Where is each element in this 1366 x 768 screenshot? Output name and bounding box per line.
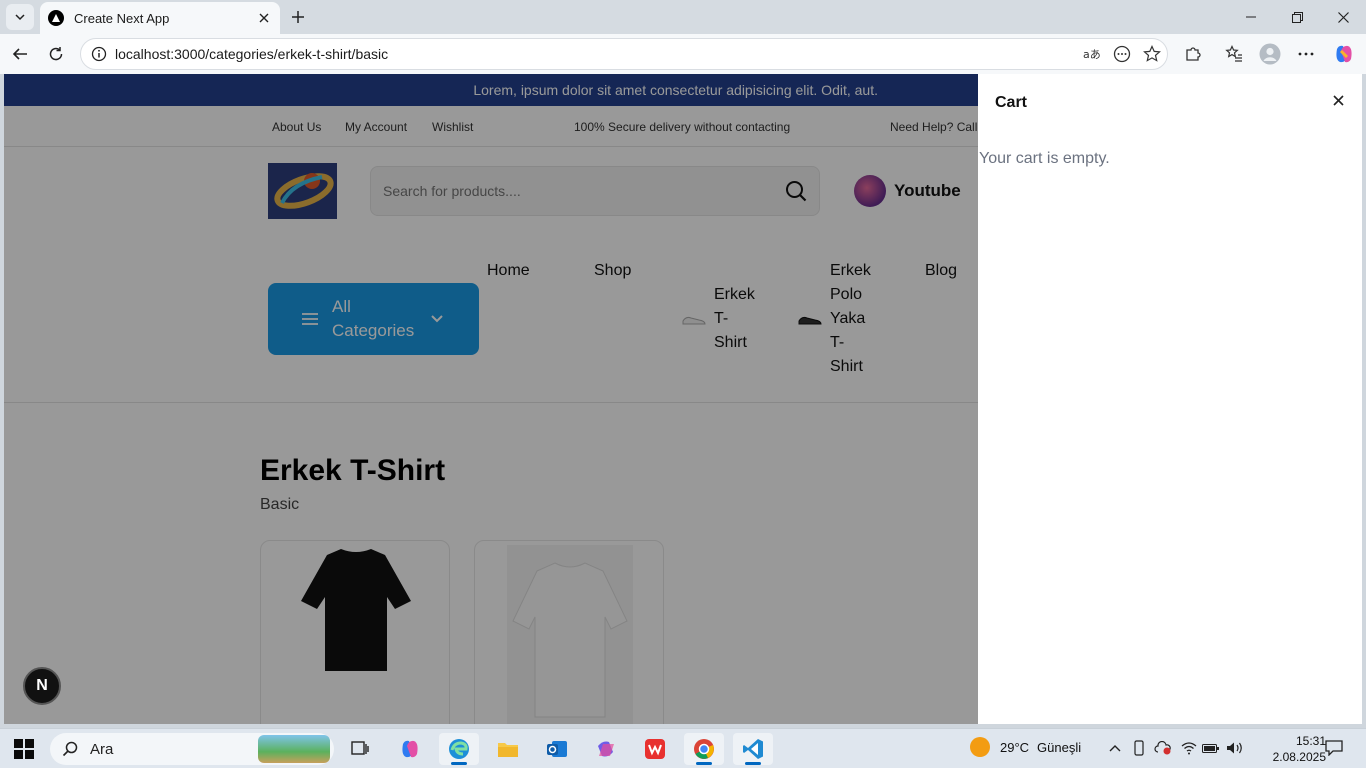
nextjs-favicon-icon bbox=[48, 10, 64, 26]
plus-icon bbox=[292, 11, 304, 23]
reload-button[interactable] bbox=[42, 40, 70, 68]
read-aloud-icon[interactable]: aあ bbox=[1077, 40, 1107, 68]
weather-condition: Güneşli bbox=[1037, 739, 1082, 755]
tab-actions-menu-button[interactable] bbox=[6, 4, 34, 30]
copilot-taskbar-icon[interactable] bbox=[390, 733, 430, 765]
taskbar-search-box[interactable]: Ara bbox=[50, 733, 334, 765]
close-icon bbox=[1332, 94, 1344, 106]
nextjs-badge-letter: N bbox=[36, 677, 48, 694]
outlook-taskbar-icon[interactable] bbox=[537, 733, 577, 765]
ms365-taskbar-icon[interactable] bbox=[586, 733, 626, 765]
profile-avatar-icon bbox=[1259, 43, 1281, 65]
volume-icon[interactable] bbox=[1226, 739, 1244, 757]
nextjs-dev-tools-button[interactable]: N bbox=[23, 667, 61, 705]
windows-start-icon[interactable] bbox=[14, 739, 34, 759]
cloud-sync-error-icon[interactable] bbox=[1154, 739, 1172, 757]
chevron-down-icon bbox=[15, 14, 25, 21]
windows-taskbar: Ara 29°C Güneşli 15:31 2.08.2025 bbox=[0, 728, 1366, 768]
notifications-icon[interactable] bbox=[1324, 738, 1344, 758]
file-explorer-taskbar-icon[interactable] bbox=[488, 733, 528, 765]
favorite-star-icon[interactable] bbox=[1137, 40, 1167, 68]
battery-icon[interactable] bbox=[1202, 739, 1220, 757]
restore-window-button[interactable] bbox=[1274, 0, 1320, 34]
more-options-circle-icon[interactable] bbox=[1107, 40, 1137, 68]
close-cart-button[interactable] bbox=[1326, 88, 1350, 112]
cart-empty-message: Your cart is empty. bbox=[979, 150, 1110, 167]
weather-widget[interactable]: 29°C Güneşli bbox=[970, 737, 1081, 757]
search-icon bbox=[62, 741, 78, 757]
tab-title: Create Next App bbox=[74, 10, 170, 26]
clock-time: 15:31 bbox=[1295, 734, 1326, 748]
url-text: localhost:3000/categories/erkek-t-shirt/… bbox=[115, 46, 389, 62]
weather-temperature: 29°C bbox=[1000, 739, 1030, 755]
web-viewport: Lorem, ipsum dolor sit amet consectetur … bbox=[4, 74, 1362, 724]
puzzle-icon bbox=[1186, 47, 1201, 61]
ellipsis-icon bbox=[1298, 52, 1314, 56]
close-tab-icon[interactable] bbox=[256, 10, 272, 26]
wps-office-taskbar-icon[interactable] bbox=[635, 733, 675, 765]
new-tab-button[interactable] bbox=[286, 5, 310, 29]
wifi-icon[interactable] bbox=[1180, 739, 1198, 757]
cart-title: Cart bbox=[995, 94, 1028, 111]
shop-page: Lorem, ipsum dolor sit amet consectetur … bbox=[4, 74, 978, 724]
copilot-icon bbox=[1336, 45, 1352, 63]
drawer-backdrop-overlay[interactable] bbox=[4, 74, 978, 724]
task-view-icon[interactable] bbox=[340, 733, 380, 765]
svg-text:aあ: aあ bbox=[1083, 48, 1101, 61]
browser-tab[interactable]: Create Next App bbox=[40, 2, 280, 34]
close-window-button[interactable] bbox=[1320, 0, 1366, 34]
browser-tabbar: Create Next App bbox=[0, 0, 1366, 34]
system-clock[interactable]: 15:31 2.08.2025 bbox=[1268, 733, 1326, 765]
info-icon bbox=[91, 46, 107, 62]
address-bar[interactable]: localhost:3000/categories/erkek-t-shirt/… bbox=[80, 38, 1168, 70]
reload-icon bbox=[49, 47, 63, 61]
edge-browser-taskbar-icon[interactable] bbox=[439, 733, 479, 765]
profile-button[interactable] bbox=[1256, 40, 1284, 68]
extensions-button[interactable] bbox=[1179, 40, 1207, 68]
settings-menu-button[interactable] bbox=[1292, 40, 1320, 68]
search-highlight-image bbox=[258, 735, 330, 763]
taskbar-search-text: Ara bbox=[90, 740, 114, 758]
arrow-left-icon bbox=[12, 48, 27, 60]
clock-date: 2.08.2025 bbox=[1272, 750, 1326, 764]
chrome-taskbar-icon[interactable] bbox=[684, 733, 724, 765]
chevron-up-icon[interactable] bbox=[1106, 739, 1124, 757]
copilot-button[interactable] bbox=[1330, 40, 1358, 68]
minimize-window-button[interactable] bbox=[1228, 0, 1274, 34]
vscode-taskbar-icon[interactable] bbox=[733, 733, 773, 765]
phone-link-icon[interactable] bbox=[1130, 739, 1148, 757]
favorites-list-icon bbox=[1225, 45, 1242, 62]
back-button[interactable] bbox=[6, 40, 34, 68]
sun-icon bbox=[970, 737, 990, 757]
favorites-button[interactable] bbox=[1220, 40, 1248, 68]
browser-toolbar: localhost:3000/categories/erkek-t-shirt/… bbox=[0, 34, 1366, 74]
cart-drawer: Cart Your cart is empty. bbox=[978, 74, 1362, 724]
